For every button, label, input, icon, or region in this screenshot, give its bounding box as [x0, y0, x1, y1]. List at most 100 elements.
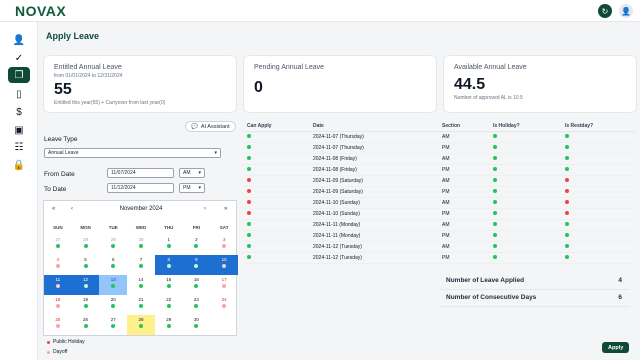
is-restday-cell	[561, 156, 635, 162]
calendar-day[interactable]: 23	[183, 295, 211, 315]
chat-icon: 💬	[191, 123, 198, 130]
to-period-select[interactable]: PM ▾	[179, 183, 205, 193]
calendar-day-selected[interactable]: 10	[210, 255, 238, 275]
calendar-day[interactable]: 24	[210, 295, 238, 315]
status-dot-icon	[247, 178, 251, 182]
status-dot-icon	[493, 211, 497, 215]
to-date-value: 11/12/2024	[111, 185, 136, 191]
section-cell: AM	[442, 156, 450, 162]
status-dot-icon	[493, 145, 497, 149]
file-icon[interactable]: ▯	[8, 86, 30, 102]
section-cell: PM	[442, 255, 450, 261]
weekday-label: THU	[164, 225, 174, 230]
calendar-day[interactable]: 15	[155, 275, 183, 295]
status-dot-icon	[247, 255, 251, 259]
calendar-day-selected[interactable]: 12	[71, 275, 100, 295]
calendar-day[interactable]: 19	[72, 295, 100, 315]
leave-applied-value: 4	[618, 277, 622, 284]
calendar-day[interactable]: 4	[44, 255, 72, 275]
chevron-down-icon: ▾	[198, 185, 201, 191]
calendar-day[interactable]: 16	[183, 275, 211, 295]
dollar-icon[interactable]: $	[8, 104, 30, 120]
calendar-day[interactable]: 7	[127, 255, 155, 275]
calendar-day[interactable]: 21	[127, 295, 155, 315]
date-picker-calendar: « ‹ November 2024 › » SUN MON TUE WED TH…	[43, 200, 238, 336]
calendar-day[interactable]: 28	[72, 235, 100, 255]
from-date-input[interactable]: 11/07/2024	[107, 168, 174, 178]
can-apply-cell	[243, 145, 309, 151]
is-holiday-cell	[489, 200, 561, 206]
status-dot-icon	[565, 233, 569, 237]
notification-icon[interactable]: ↻	[598, 4, 612, 18]
calendar-day-selected[interactable]: 11	[44, 275, 72, 295]
date-cell: 2024-11-10 (Sunday)	[313, 200, 360, 206]
table-icon[interactable]: ☷	[8, 139, 30, 155]
can-apply-cell	[243, 178, 309, 184]
section-cell: AM	[442, 200, 450, 206]
calendar-day[interactable]: 30	[127, 235, 155, 255]
id-card-icon[interactable]: ▣	[8, 122, 30, 138]
date-cell: 2024-11-09 (Saturday)	[313, 178, 363, 184]
calendar-day[interactable]: 20	[99, 295, 127, 315]
status-dot-icon	[565, 156, 569, 160]
sidebar: 👤 ✓ ❐ ▯ $ ▣ ☷ 🔒	[0, 22, 38, 360]
entitled-value: 55	[54, 81, 72, 98]
is-restday-cell	[561, 167, 635, 173]
column-header: Date	[313, 123, 324, 129]
status-dot-icon	[247, 200, 251, 204]
can-apply-cell	[243, 189, 309, 195]
red-dot-icon	[47, 340, 50, 344]
calendar-day[interactable]: 25	[44, 315, 72, 335]
calendar-day[interactable]: 2	[183, 235, 211, 255]
calendar-day[interactable]: 27	[44, 235, 72, 255]
next-year-button[interactable]: »	[224, 206, 227, 212]
entitled-note: Entitled this year(55) + Carryover from …	[54, 100, 166, 106]
leave-days-table: Can Apply Date Section Is Holiday? Is Re…	[243, 121, 635, 264]
avatar[interactable]: 👤	[619, 4, 633, 18]
from-period-select[interactable]: AM ▾	[179, 168, 205, 178]
calendar-day-today[interactable]: 28	[127, 315, 155, 335]
calendar-day-selected[interactable]: 13	[99, 275, 128, 295]
calendar-day[interactable]: 17	[210, 275, 238, 295]
status-dot-icon	[565, 167, 569, 171]
pending-annual-leave-card: Pending Annual Leave 0	[243, 55, 437, 113]
calendar-day[interactable]: 5	[72, 255, 100, 275]
user-icon[interactable]: 👤	[8, 32, 30, 48]
documents-icon[interactable]: ❐	[8, 67, 30, 83]
to-period-value: PM	[183, 185, 191, 191]
calendar-day[interactable]: 27	[99, 315, 127, 335]
calendar-day[interactable]: 14	[127, 275, 155, 295]
available-title: Available Annual Leave	[454, 64, 527, 71]
calendar-day-selected[interactable]: 9	[182, 255, 211, 275]
calendar-day-selected[interactable]: 8	[154, 255, 183, 275]
date-cell: 2024-11-07 (Thursday)	[313, 134, 364, 140]
chevron-down-icon: ▾	[198, 170, 201, 176]
apply-button[interactable]: Apply	[602, 342, 630, 353]
check-circle-icon[interactable]: ✓	[8, 50, 30, 66]
calendar-day[interactable]: 6	[99, 255, 127, 275]
can-apply-cell	[243, 244, 309, 250]
is-holiday-cell	[489, 156, 561, 162]
available-annual-leave-card: Available Annual Leave 44.5 Number of ap…	[443, 55, 637, 113]
calendar-day[interactable]: 29	[99, 235, 127, 255]
calendar-day[interactable]: 30	[183, 315, 211, 335]
next-month-button[interactable]: ›	[204, 206, 206, 212]
section-cell: AM	[442, 178, 450, 184]
date-cell: 2024-11-11 (Monday)	[313, 222, 361, 228]
calendar-day[interactable]: 18	[44, 295, 72, 315]
to-date-input[interactable]: 11/12/2024	[107, 183, 174, 193]
leave-type-select[interactable]: Annual Leave ▾	[44, 148, 221, 158]
ai-assistant-button[interactable]: 💬 AI Assistant	[185, 121, 236, 132]
calendar-day[interactable]: 29	[155, 315, 183, 335]
can-apply-cell	[243, 211, 309, 217]
entitled-range: from 01/01/2024 to 12/31/2024	[54, 73, 123, 79]
is-restday-cell	[561, 255, 635, 261]
date-cell: 2024-11-08 (Friday)	[313, 167, 357, 173]
is-holiday-cell	[489, 145, 561, 151]
calendar-day[interactable]: 3	[210, 235, 238, 255]
calendar-day[interactable]: 1	[155, 235, 183, 255]
lock-icon[interactable]: 🔒	[8, 157, 30, 173]
calendar-day[interactable]: 22	[155, 295, 183, 315]
can-apply-cell	[243, 233, 309, 239]
calendar-day[interactable]: 26	[72, 315, 100, 335]
